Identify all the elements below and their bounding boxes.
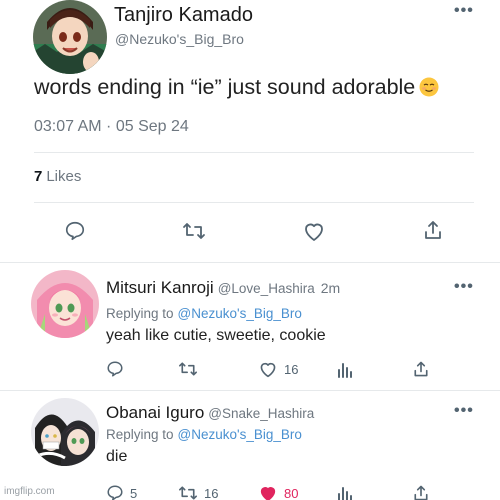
heart-icon [305, 223, 323, 241]
replying-handle-link[interactable]: @Nezuko's_Big_Bro [178, 427, 302, 442]
retweet-button[interactable] [178, 360, 204, 378]
like-count: 16 [284, 361, 299, 377]
divider [0, 262, 500, 263]
heart-filled-icon [260, 487, 276, 500]
reply-author-handle[interactable]: @Love_Hashira [218, 281, 315, 296]
replying-to: Replying to @Nezuko's_Big_Bro [106, 306, 302, 321]
like-count: 80 [284, 485, 299, 500]
replying-handle-link[interactable]: @Nezuko's_Big_Bro [178, 306, 302, 321]
divider [34, 152, 474, 153]
likes-count: 7 [34, 168, 43, 185]
reply-author-handle[interactable]: @Snake_Hashira [208, 406, 314, 421]
analytics-button[interactable] [336, 485, 354, 500]
reply-author-name[interactable]: Obanai Iguro [106, 403, 204, 422]
retweet-button[interactable] [182, 220, 206, 242]
analytics-icon [338, 487, 352, 500]
likes-count-row[interactable]: 7 Likes [34, 168, 81, 185]
divider [34, 202, 474, 203]
more-options-icon[interactable]: ••• [454, 402, 474, 420]
replying-label: Replying to [106, 306, 174, 321]
share-button[interactable] [412, 360, 430, 378]
reply-button[interactable] [64, 220, 86, 242]
reply-button[interactable]: 5 [106, 484, 137, 500]
tweet-text: words ending in “ie” just sound adorable [34, 75, 439, 100]
reply-text: yeah like cutie, sweetie, cookie [106, 327, 326, 344]
reply-text: die [106, 448, 128, 465]
retweet-count: 16 [204, 485, 219, 500]
more-options-icon[interactable]: ••• [454, 278, 474, 296]
obanai-avatar[interactable] [31, 398, 99, 466]
like-button[interactable]: 80 [258, 484, 298, 500]
retweet-icon [183, 223, 205, 239]
reply-icon [107, 361, 123, 377]
reply-author-name[interactable]: Mitsuri Kanroji [106, 278, 214, 297]
likes-label: Likes [46, 168, 82, 185]
tweet-timestamp[interactable]: 03:07 AM · 05 Sep 24 [34, 118, 189, 136]
main-tweet: Tanjiro Kamado @Nezuko's_Big_Bro ••• wor… [0, 0, 500, 263]
mitsuri-avatar[interactable] [31, 270, 99, 338]
heart-icon [260, 362, 276, 378]
tweet-text-content: words ending in “ie” just sound adorable [34, 75, 416, 99]
reply-author-row: Obanai Iguro @Snake_Hashira [106, 403, 320, 423]
author-name[interactable]: Tanjiro Kamado [114, 4, 253, 27]
analytics-icon [338, 363, 352, 378]
share-icon [414, 485, 428, 500]
share-icon [425, 221, 441, 239]
more-options-icon[interactable]: ••• [454, 2, 474, 20]
relieved-face-emoji-icon [419, 77, 439, 97]
replying-to: Replying to @Nezuko's_Big_Bro [106, 427, 302, 442]
reply-count: 5 [130, 485, 138, 500]
analytics-button[interactable] [336, 361, 354, 378]
reply-time[interactable]: 2m [321, 280, 340, 296]
reply-icon [65, 221, 85, 241]
retweet-icon [179, 362, 197, 376]
share-button[interactable] [412, 484, 430, 500]
reply-icon [107, 485, 123, 500]
reply-button[interactable] [106, 360, 124, 378]
share-icon [414, 361, 428, 377]
watermark: imgflip.com [4, 486, 55, 497]
retweet-icon [179, 486, 197, 500]
author-handle[interactable]: @Nezuko's_Big_Bro [115, 31, 244, 47]
like-button[interactable]: 16 [258, 360, 298, 378]
reply-tweet: Obanai Iguro @Snake_Hashira ••• Replying … [0, 392, 500, 500]
tanjiro-avatar[interactable] [33, 0, 107, 74]
replying-label: Replying to [106, 427, 174, 442]
like-button[interactable] [302, 220, 326, 242]
divider [0, 390, 500, 391]
retweet-button[interactable]: 16 [178, 484, 218, 500]
reply-tweet: Mitsuri Kanroji @Love_Hashira 2m ••• Reply… [0, 266, 500, 391]
share-button[interactable] [422, 219, 444, 241]
reply-author-row: Mitsuri Kanroji @Love_Hashira 2m [106, 278, 340, 298]
